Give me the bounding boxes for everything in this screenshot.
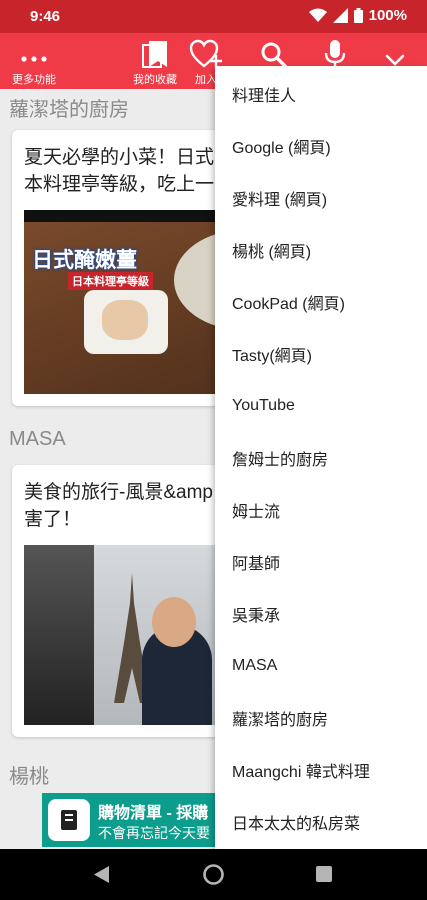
menu-item[interactable]: YouTube bbox=[215, 380, 427, 432]
wifi-icon bbox=[308, 8, 327, 22]
favorites-label: 我的收藏 bbox=[133, 74, 177, 86]
menu-item[interactable]: CookPad (網頁) bbox=[215, 276, 427, 328]
menu-item[interactable]: 楊桃 (網頁) bbox=[215, 224, 427, 276]
bookmarks-icon bbox=[141, 33, 169, 69]
thumbnail-subtitle: 日本料理亭等級 bbox=[68, 272, 153, 290]
favorites-button[interactable]: 我的收藏 bbox=[126, 33, 184, 89]
status-icons: 100% bbox=[308, 7, 407, 24]
menu-item[interactable]: 料理佳人 bbox=[215, 68, 427, 120]
chevron-down-icon bbox=[384, 33, 406, 69]
face-image bbox=[152, 597, 196, 647]
more-features-label: 更多功能 bbox=[12, 74, 56, 86]
ginger-image bbox=[102, 300, 148, 340]
menu-item[interactable]: 蘿潔塔的廚房 bbox=[215, 692, 427, 744]
section-title: 楊桃 bbox=[9, 766, 49, 788]
search-icon bbox=[260, 33, 288, 69]
menu-item[interactable]: 日本太太的私房菜 bbox=[215, 796, 427, 848]
banner-title: 購物清單 - 採購 bbox=[98, 805, 209, 822]
shopping-list-icon bbox=[48, 799, 90, 841]
menu-item[interactable]: 阿基師 bbox=[215, 536, 427, 588]
section-title: 蘿潔塔的廚房 bbox=[9, 99, 129, 121]
more-features-button[interactable]: 更多功能 bbox=[6, 33, 62, 89]
menu-item[interactable]: Maangchi 韓式料理 bbox=[215, 744, 427, 796]
back-icon[interactable] bbox=[94, 866, 110, 883]
signal-icon bbox=[332, 8, 348, 23]
menu-item[interactable]: 吳秉承 bbox=[215, 588, 427, 640]
section-title: MASA bbox=[9, 428, 66, 450]
battery-icon bbox=[353, 8, 363, 23]
home-icon[interactable] bbox=[203, 864, 224, 885]
add-favorite-label: 加入 bbox=[195, 74, 217, 86]
menu-item[interactable]: 愛料理 (網頁) bbox=[215, 172, 427, 224]
thumbnail-title: 日式醃嫩薑 bbox=[32, 249, 137, 272]
menu-item[interactable]: Tasty(網頁) bbox=[215, 328, 427, 380]
thumbnail-left-panel bbox=[24, 545, 94, 725]
navigation-bar bbox=[0, 849, 427, 900]
recents-icon[interactable] bbox=[316, 866, 332, 882]
source-dropdown-menu: 料理佳人 Google (網頁) 愛料理 (網頁) 楊桃 (網頁) CookPa… bbox=[215, 66, 427, 849]
menu-item[interactable]: MASA bbox=[215, 640, 427, 692]
status-bar: 9:46 100% bbox=[0, 0, 427, 33]
battery-level: 100% bbox=[368, 7, 407, 24]
menu-item[interactable]: Google (網頁) bbox=[215, 120, 427, 172]
heart-add-icon bbox=[189, 33, 223, 69]
microphone-icon bbox=[324, 33, 346, 69]
menu-item[interactable]: 姆士流 bbox=[215, 484, 427, 536]
more-dots-icon bbox=[20, 33, 48, 69]
status-time: 9:46 bbox=[30, 8, 61, 25]
banner-subtitle: 不會再忘記今天要 bbox=[98, 825, 210, 841]
menu-item[interactable]: 詹姆士的廚房 bbox=[215, 432, 427, 484]
